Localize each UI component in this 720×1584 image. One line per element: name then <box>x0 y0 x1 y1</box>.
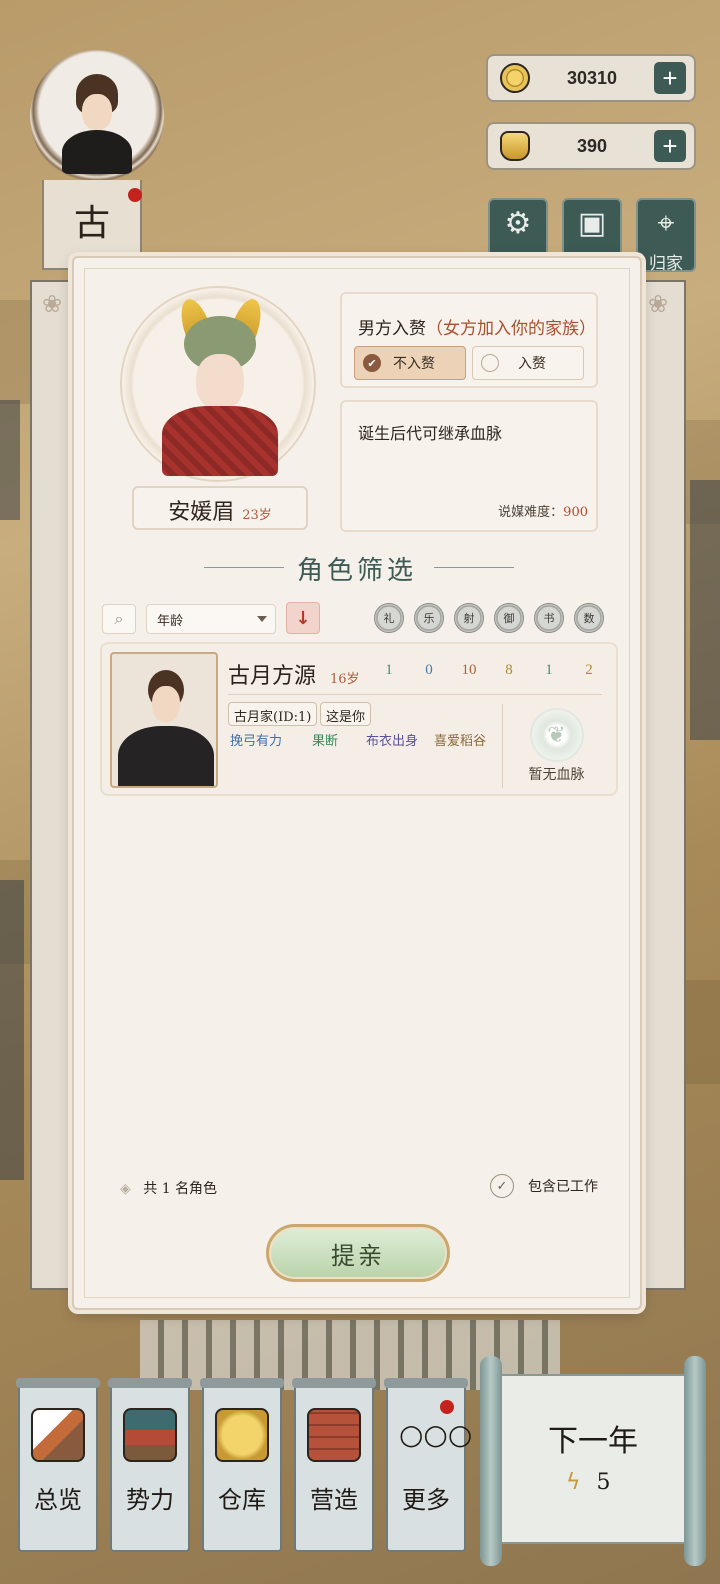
matchmaking-difficulty: 说媒难度：900 <box>498 505 588 520</box>
gold-value: 390 <box>576 135 608 156</box>
candidate-name: 安媛眉 <box>168 500 235 525</box>
right-scroll-rail: ❀ <box>636 280 686 1290</box>
character-name: 古月方源 <box>228 664 317 689</box>
overview-icon <box>31 1408 85 1462</box>
chevron-down-icon <box>257 616 267 622</box>
attr-filter-yu[interactable]: 御 <box>494 603 524 633</box>
gold-counter: 390 + <box>486 122 696 170</box>
radio-icon <box>481 354 499 372</box>
filter-row: ⌕ 年龄 ↓ 礼 乐 射 御 书 数 <box>102 602 622 636</box>
stat-value: 8 <box>505 662 513 678</box>
gear-icon: ⚙ <box>504 206 532 241</box>
trait: 布衣出身 <box>366 734 419 749</box>
nav-faction[interactable]: 势力 <box>108 1378 192 1552</box>
energy-cost: ϟ5 <box>566 1470 611 1495</box>
check-icon: ✓ <box>490 1174 514 1198</box>
trait: 挽弓有力 <box>230 734 283 749</box>
add-gold-button[interactable]: + <box>654 130 686 162</box>
candidate-portrait <box>120 286 316 482</box>
stat-value: 1 <box>545 662 553 678</box>
nav-storage[interactable]: 仓库 <box>200 1378 284 1552</box>
gold-ingot-icon <box>500 131 530 161</box>
trait: 喜爱稻谷 <box>434 734 487 749</box>
nav-overview[interactable]: 总览 <box>16 1378 100 1552</box>
notification-dot <box>128 188 142 202</box>
coin-icon <box>500 63 530 93</box>
storage-icon <box>215 1408 269 1462</box>
attr-filter-li[interactable]: 礼 <box>374 603 404 633</box>
coins-counter: 30310 + <box>486 54 696 102</box>
description-text: 诞生后代可继承血脉 <box>358 424 503 443</box>
character-portrait <box>110 652 218 788</box>
coins-value: 30310 <box>566 67 618 88</box>
nav-more[interactable]: ○○○ 更多 <box>384 1378 473 1552</box>
candidate-age: 23岁 <box>242 508 272 523</box>
sort-select[interactable]: 年龄 <box>146 604 276 634</box>
section-title: 角色筛选 <box>74 550 640 587</box>
propose-button[interactable]: 提亲 <box>266 1224 450 1282</box>
family-tag: 古月家(ID:1) <box>228 702 318 726</box>
bloodline-label: 暂无血脉 <box>528 767 585 783</box>
candidate-name-box: 安媛眉 23岁 <box>132 486 308 530</box>
include-working-toggle[interactable]: ✓ 包含已工作 <box>490 1174 598 1198</box>
marriage-type-title: 男方入赘（女方加入你的家族） <box>358 319 596 339</box>
self-tag: 这是你 <box>320 702 372 726</box>
bloodline-badge: ❦ 暂无血脉 <box>502 704 610 788</box>
next-year-label: 下一年 <box>548 1424 638 1459</box>
player-avatar[interactable] <box>22 44 172 194</box>
add-coins-button[interactable]: + <box>654 62 686 94</box>
diamond-icon: ◈ <box>120 1181 131 1197</box>
option-no-uxorilocal[interactable]: ✔ 不入赘 <box>354 346 466 380</box>
bloodline-emblem-icon: ❦ <box>529 708 584 762</box>
sort-direction-button[interactable]: ↓ <box>286 602 320 634</box>
stat-value: 2 <box>585 662 593 678</box>
marriage-dialog: 安媛眉 23岁 男方入赘（女方加入你的家族） ✔ 不入赘 入赘 诞生后代可继承血… <box>72 256 642 1310</box>
next-year-button[interactable]: 下一年 ϟ5 <box>480 1356 706 1566</box>
search-icon: ⌕ <box>114 609 124 628</box>
stat-value: 10 <box>461 662 477 678</box>
location-pin-icon: ⌖ <box>657 206 675 241</box>
character-card[interactable]: 古月方源 16岁 1 0 10 8 1 2 古月家(ID:1) 这是你 挽弓有力… <box>100 642 618 796</box>
check-icon: ✔ <box>363 354 381 372</box>
nav-build[interactable]: 营造 <box>292 1378 376 1552</box>
faction-icon <box>123 1408 177 1462</box>
search-button[interactable]: ⌕ <box>102 604 136 634</box>
character-age: 16岁 <box>330 672 360 687</box>
marriage-type-panel: 男方入赘（女方加入你的家族） ✔ 不入赘 入赘 <box>340 292 598 388</box>
lightning-icon: ϟ <box>566 1470 581 1495</box>
return-home-button[interactable]: ⌖ 归家 <box>636 198 696 274</box>
attr-filter-shu[interactable]: 书 <box>534 603 564 633</box>
more-icon: ○○○ <box>399 1418 473 1451</box>
stat-value: 1 <box>385 662 393 678</box>
option-uxorilocal[interactable]: 入赘 <box>472 346 584 380</box>
character-count: ◈ 共 1 名角色 <box>120 1181 218 1197</box>
attr-filter-yue[interactable]: 乐 <box>414 603 444 633</box>
trait: 果断 <box>312 734 339 749</box>
attr-filter-shu-math[interactable]: 数 <box>574 603 604 633</box>
description-panel: 诞生后代可继承血脉 说媒难度：900 <box>340 400 598 532</box>
stat-value: 0 <box>425 662 433 678</box>
notification-dot <box>440 1400 454 1414</box>
attr-filter-she[interactable]: 射 <box>454 603 484 633</box>
build-icon <box>307 1408 361 1462</box>
save-icon: ▣ <box>577 206 607 241</box>
